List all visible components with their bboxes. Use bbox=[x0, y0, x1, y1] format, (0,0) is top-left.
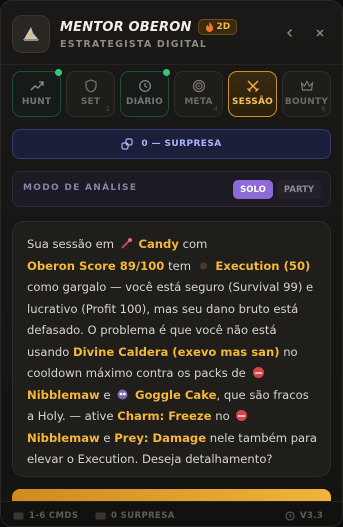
completed-dot bbox=[163, 69, 170, 76]
tab-label: SESSÃO bbox=[231, 97, 273, 107]
streak-badge: 2D bbox=[197, 19, 238, 35]
history-icon bbox=[138, 80, 151, 92]
version-info: V3.3 bbox=[285, 511, 323, 521]
page-subtitle: ESTRATEGISTA DIGITAL bbox=[60, 39, 208, 50]
tab-diario[interactable]: DIÁRIO bbox=[120, 69, 170, 117]
flame-icon bbox=[205, 22, 213, 32]
tab-label: HUNT bbox=[21, 97, 52, 107]
surprise-label: 0 — SURPRESA bbox=[141, 139, 222, 149]
close-icon bbox=[316, 29, 324, 37]
surprise-counter: 0 SURPRESA bbox=[95, 511, 175, 521]
tab-meta[interactable]: META 4 bbox=[174, 71, 223, 117]
crossed-swords-icon bbox=[246, 80, 259, 92]
message-highlight: Execution (50) bbox=[215, 258, 311, 273]
link-icon bbox=[121, 138, 134, 150]
solo-toggle[interactable]: SOLO bbox=[233, 180, 273, 199]
tab-label: SET bbox=[80, 97, 101, 107]
tab-set[interactable]: SET 2 bbox=[66, 71, 115, 117]
completed-dot bbox=[55, 69, 62, 76]
party-toggle[interactable]: PARTY bbox=[277, 180, 321, 199]
analysis-mode-selector: MODO DE ANÁLISE SOLO PARTY bbox=[12, 171, 331, 207]
tab-bounty[interactable]: BOUNTY 6 bbox=[282, 71, 331, 117]
back-button[interactable] bbox=[282, 25, 298, 41]
creature-icon bbox=[199, 262, 207, 269]
tab-label: DIÁRIO bbox=[126, 97, 163, 107]
message-highlight: Nibblemaw bbox=[27, 387, 100, 402]
tab-sessao[interactable]: SESSÃO bbox=[228, 71, 277, 117]
message-text: e bbox=[103, 430, 111, 445]
message-text: e bbox=[103, 387, 111, 402]
message-highlight: Candy bbox=[138, 237, 179, 251]
target-icon bbox=[192, 79, 205, 93]
surprise-count-label: 0 SURPRESA bbox=[111, 511, 175, 521]
panel-header: MENTOR OBERON 2D ESTRATEGISTA DIGITAL bbox=[1, 1, 342, 65]
message-text: tem bbox=[168, 258, 192, 273]
nibblemaw-icon bbox=[236, 410, 248, 421]
mode-label: MODO DE ANÁLISE bbox=[23, 183, 138, 193]
page-title: MENTOR OBERON bbox=[60, 19, 192, 35]
keyboard-icon bbox=[13, 512, 24, 520]
message-highlight: Divine Caldera (exevo mas san) bbox=[72, 344, 280, 359]
keyboard-icon bbox=[95, 512, 106, 520]
wizard-hat-icon bbox=[23, 27, 39, 41]
message-highlight: Charm: Freeze bbox=[117, 409, 212, 423]
shield-icon bbox=[84, 79, 97, 93]
surprise-button[interactable]: 0 — SURPRESA bbox=[12, 129, 331, 159]
crown-icon bbox=[300, 80, 313, 91]
tab-shortcut: 4 bbox=[213, 105, 218, 113]
close-button[interactable] bbox=[312, 25, 328, 41]
commands-label: 1-6 CMDS bbox=[29, 511, 79, 521]
tab-bar: HUNT SET 2 DIÁRIO META 4 SESSÃO BOUNTY 6 bbox=[12, 69, 334, 117]
version-label: V3.3 bbox=[300, 511, 324, 521]
mentor-message: Sua sessão em Candy com Oberon Score 89/… bbox=[12, 221, 331, 477]
commands-hint: 1-6 CMDS bbox=[13, 511, 78, 521]
message-highlight: Goggle Cake bbox=[134, 387, 217, 402]
message-text: no bbox=[215, 409, 230, 423]
tab-hunt[interactable]: HUNT bbox=[12, 69, 62, 117]
chevron-left-icon bbox=[287, 29, 292, 37]
nibblemaw-icon bbox=[252, 367, 264, 378]
message-text: com bbox=[182, 237, 208, 251]
avatar bbox=[12, 15, 50, 53]
goggle-cake-icon bbox=[117, 389, 128, 399]
message-highlight: Oberon Score 89/100 bbox=[27, 258, 165, 273]
candy-icon bbox=[121, 238, 132, 249]
message-highlight: Prey: Damage bbox=[114, 430, 207, 445]
trending-up-icon bbox=[30, 81, 44, 91]
streak-value: 2D bbox=[216, 22, 231, 32]
status-footer: 1-6 CMDS 0 SURPRESA V3.3 bbox=[1, 501, 342, 526]
tab-shortcut: 6 bbox=[321, 105, 326, 113]
message-text: Sua sessão em bbox=[27, 237, 115, 251]
mentor-panel: MENTOR OBERON 2D ESTRATEGISTA DIGITAL HU… bbox=[0, 0, 343, 527]
history-icon bbox=[285, 511, 295, 521]
tab-label: META bbox=[184, 97, 213, 107]
message-highlight: Nibblemaw bbox=[27, 430, 100, 445]
tab-shortcut: 2 bbox=[105, 105, 110, 113]
action-button[interactable] bbox=[12, 489, 331, 501]
